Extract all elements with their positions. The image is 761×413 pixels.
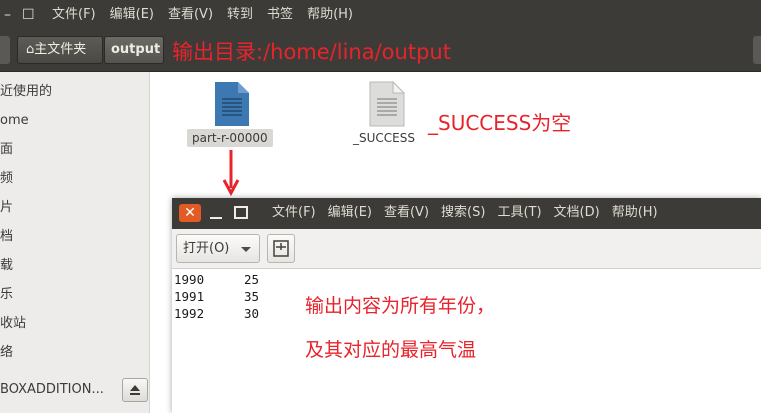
editor-titlebar: ✕ 文件(F) 编辑(E) 查看(V) 搜索(S) 工具(T) 文档(D) 帮助… — [172, 198, 761, 229]
eject-icon — [130, 385, 140, 395]
sidebar-item-network[interactable]: 络 — [0, 344, 13, 362]
sidebar-item-downloads[interactable]: 载 — [0, 257, 13, 275]
editor-menu-edit[interactable]: 编辑(E) — [328, 205, 372, 221]
menu-help[interactable]: 帮助(H) — [307, 7, 353, 23]
sidebar-item-desktop[interactable]: 面 — [0, 141, 13, 159]
open-button-label: 打开(O) — [183, 241, 230, 256]
temp-value: 35 — [244, 289, 260, 304]
open-button[interactable]: 打开(O) — [176, 234, 260, 263]
sidebar-device[interactable]: BOXADDITION... — [0, 377, 150, 403]
annotation-content-line1: 输出内容为所有年份， — [305, 295, 496, 317]
temp-value: 30 — [244, 306, 260, 321]
editor-toolbar: 打开(O) — [172, 229, 761, 269]
temp-value: 25 — [244, 272, 260, 287]
menu-view[interactable]: 查看(V) — [168, 7, 213, 23]
text-line: 1991 35 — [174, 288, 259, 305]
editor-menu-search[interactable]: 搜索(S) — [441, 205, 485, 221]
toolbar-right-button[interactable] — [753, 36, 761, 64]
maximize-icon[interactable] — [232, 204, 250, 222]
editor-menu-view[interactable]: 查看(V) — [384, 205, 429, 221]
maximize-window-icon[interactable]: ☐ — [22, 7, 35, 23]
sidebar-item-home[interactable]: ome — [0, 112, 29, 130]
close-window-icon[interactable]: – — [4, 7, 11, 23]
annotation-output-dir: 输出目录:/home/lina/output — [172, 40, 451, 64]
annotation-success-empty: _SUCCESS为空 — [428, 111, 572, 135]
file-manager-menubar: – ☐ 文件(F) 编辑(E) 查看(V) 转到 书签 帮助(H) — [0, 0, 761, 30]
annotation-content-line2: 及其对应的最高气温 — [305, 339, 477, 361]
back-button[interactable] — [0, 36, 10, 64]
sidebar-item-videos[interactable]: 频 — [0, 170, 13, 188]
file-name: _SUCCESS — [353, 131, 415, 145]
year-value: 1992 — [174, 306, 205, 321]
menu-edit[interactable]: 编辑(E) — [110, 7, 154, 23]
eject-button[interactable] — [122, 378, 148, 402]
editor-text-area[interactable]: 1990 25 1991 35 1992 30 — [174, 271, 259, 322]
device-label: BOXADDITION... — [0, 382, 104, 397]
sidebar-item-recent[interactable]: 近使用的 — [0, 83, 52, 101]
places-sidebar: 近使用的 ome 面 频 片 档 载 乐 收站 络 BOXADDITION... — [0, 72, 150, 413]
blank-document-icon — [369, 80, 406, 127]
breadcrumb-current[interactable]: output — [104, 36, 164, 64]
save-button[interactable] — [267, 234, 295, 263]
sidebar-item-documents[interactable]: 档 — [0, 228, 13, 246]
text-document-icon — [215, 82, 249, 126]
editor-menu-documents[interactable]: 文档(D) — [554, 205, 600, 221]
year-value: 1990 — [174, 272, 205, 287]
minimize-icon[interactable] — [207, 204, 225, 222]
text-line: 1992 30 — [174, 305, 259, 322]
editor-menu-file[interactable]: 文件(F) — [272, 205, 316, 221]
menu-file[interactable]: 文件(F) — [52, 7, 96, 23]
editor-menu-tools[interactable]: 工具(T) — [497, 205, 541, 221]
sidebar-item-trash[interactable]: 收站 — [0, 315, 26, 333]
close-button[interactable]: ✕ — [179, 204, 201, 222]
down-arrow-icon — [222, 150, 240, 197]
screenshot-root: { "file_manager": { "menu": ["文件(F)", "编… — [0, 0, 761, 413]
file-manager-menu: 文件(F) 编辑(E) 查看(V) 转到 书签 帮助(H) — [52, 7, 353, 23]
menu-go[interactable]: 转到 — [227, 7, 253, 23]
breadcrumb-home[interactable]: ⌂主文件夹 — [17, 36, 103, 64]
breadcrumb-home-label: 主文件夹 — [34, 42, 87, 57]
text-line: 1990 25 — [174, 271, 259, 288]
menu-bookmarks[interactable]: 书签 — [267, 7, 293, 23]
year-value: 1991 — [174, 289, 205, 304]
file-name: part-r-00000 — [187, 129, 273, 147]
sidebar-item-music[interactable]: 乐 — [0, 286, 13, 304]
dropdown-caret-icon — [241, 247, 251, 252]
editor-menu-help[interactable]: 帮助(H) — [612, 205, 658, 221]
editor-menu: 文件(F) 编辑(E) 查看(V) 搜索(S) 工具(T) 文档(D) 帮助(H… — [272, 205, 658, 221]
save-icon — [273, 240, 289, 257]
sidebar-item-pictures[interactable]: 片 — [0, 199, 13, 217]
